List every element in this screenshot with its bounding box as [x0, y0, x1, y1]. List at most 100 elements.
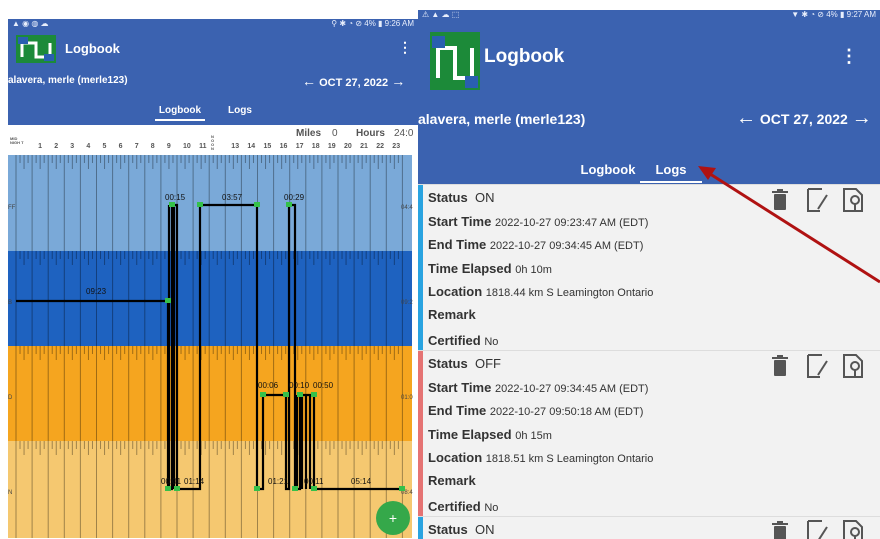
edit-icon[interactable] — [806, 187, 828, 218]
hours-label: Hours — [356, 128, 385, 139]
duration-d-1: 00:06 — [258, 381, 279, 390]
hour-label: 23 — [392, 143, 401, 150]
value-time-elapsed: 0h 15m — [515, 430, 552, 442]
status-icons-left: ⚠ ▲ ☁ ⬚ — [422, 10, 460, 19]
value-status: OFF — [474, 356, 501, 371]
hour-label: 18 — [311, 143, 320, 150]
status-bar: ⚠ ▲ ☁ ⬚ ▼ ✱ ◔ ⊘ 4% ▮ 9:27 AM — [418, 10, 880, 20]
hour-label: 5 — [102, 143, 107, 150]
noon-label: NOON — [211, 134, 215, 151]
menu-button[interactable]: ⋮ — [398, 39, 412, 56]
trash-icon[interactable] — [772, 189, 788, 216]
label-status: Status — [428, 356, 468, 371]
value-status: ON — [474, 190, 495, 205]
duration-on-1: 00:01 — [161, 477, 182, 486]
current-date: OCT 27, 2022 — [759, 111, 848, 127]
prev-day-arrow-icon[interactable]: ← — [302, 73, 316, 89]
hour-label: 21 — [360, 143, 368, 150]
duration-d-3: 00:50 — [313, 381, 334, 390]
hour-label: 10 — [183, 143, 191, 150]
tab-logbook[interactable]: Logbook — [578, 162, 638, 177]
hour-label: 9 — [166, 143, 171, 150]
logbook-logo-icon — [430, 32, 480, 90]
hour-label: 13 — [231, 143, 240, 150]
duration-on-3: 01:21 — [268, 477, 289, 486]
value-certified: No — [484, 336, 499, 348]
hour-label: 14 — [247, 143, 256, 150]
tab-logs[interactable]: Logs — [640, 162, 702, 183]
app-title: Logbook — [65, 41, 120, 56]
hour-label: 15 — [263, 143, 272, 150]
label-certified: Certified — [428, 499, 481, 514]
entry-status-bar — [418, 185, 423, 350]
current-date: OCT 27, 2022 — [319, 77, 389, 89]
label-location: Location — [428, 284, 483, 299]
edit-icon[interactable] — [806, 353, 828, 384]
tab-logbook[interactable]: Logbook — [155, 105, 205, 121]
prev-day-arrow-icon[interactable]: ← — [736, 107, 756, 129]
label-status: Status — [428, 190, 468, 205]
midnight-label: MID NIGH T — [10, 136, 24, 145]
label-end-time: End Time — [428, 237, 487, 252]
edit-icon[interactable] — [806, 519, 828, 539]
grid-header: Miles 0 Hours 24:0 MID NIGH T NOON 12345… — [8, 125, 418, 155]
hour-label: 17 — [295, 143, 304, 150]
location-pin-icon[interactable] — [842, 519, 864, 539]
next-day-arrow-icon[interactable]: → — [391, 73, 405, 89]
duration-on-2: 01:14 — [184, 477, 205, 486]
status-icons-left: ▲ ◉ ◍ ☁ — [12, 19, 49, 28]
app-header: Logbook ⋮ alavera, merle (merle123) ← OC… — [418, 20, 880, 184]
value-status: ON — [474, 522, 495, 537]
value-location: 1818.51 km S Leamington Ontario — [485, 453, 654, 465]
right-screenshot: ⚠ ▲ ☁ ⬚ ▼ ✱ ◔ ⊘ 4% ▮ 9:27 AM Logbook ⋮ a… — [418, 10, 880, 539]
status-icons-right: ▼ ✱ ◔ ⊘ 4% ▮ 9:27 AM — [791, 10, 876, 19]
duration-off-2: 03:57 — [222, 193, 243, 202]
label-location: Location — [428, 450, 483, 465]
duration-off-1: 00:15 — [165, 193, 186, 202]
value-start-time: 2022-10-27 09:34:45 AM (EDT) — [494, 383, 649, 395]
hour-label: 8 — [150, 143, 155, 150]
hour-label: 6 — [118, 143, 123, 150]
hour-label: 7 — [134, 143, 139, 150]
hour-label: 22 — [376, 143, 384, 150]
duty-grid: FF B D N 04:4 09:2 01:0 08:4 00:15 03:57… — [8, 155, 418, 538]
value-start-time: 2022-10-27 09:23:47 AM (EDT) — [494, 217, 649, 229]
entry-status-bar — [418, 351, 423, 516]
label-status: Status — [428, 522, 468, 537]
hour-label: 11 — [199, 143, 207, 150]
date-navigator: ← OCT 27, 2022 → — [302, 73, 405, 89]
value-time-elapsed: 0h 10m — [515, 264, 552, 276]
next-day-arrow-icon[interactable]: → — [852, 107, 872, 129]
tab-logs[interactable]: Logs — [220, 105, 260, 116]
hour-label: 20 — [344, 143, 352, 150]
hour-label: 2 — [54, 143, 59, 150]
entry-status-bar — [418, 517, 423, 539]
add-event-fab[interactable]: + — [376, 501, 410, 535]
location-pin-icon[interactable] — [842, 187, 864, 218]
miles-value: 0 — [332, 128, 338, 139]
label-remark: Remark — [428, 307, 476, 322]
value-certified: No — [484, 502, 499, 514]
status-icons-right: ⚲ ✱ ◔ ⊘ 4% ▮ 9:26 AM — [331, 19, 414, 28]
log-entry[interactable]: Status OFF Start Time 2022-10-27 09:34:4… — [418, 350, 880, 516]
duration-d-2: 00:10 — [289, 381, 310, 390]
miles-label: Miles — [296, 128, 322, 139]
hour-label: 4 — [86, 143, 91, 150]
duration-off-3: 00:29 — [284, 193, 305, 202]
label-remark: Remark — [428, 473, 476, 488]
log-entry[interactable]: Status ON — [418, 516, 880, 539]
value-end-time: 2022-10-27 09:34:45 AM (EDT) — [489, 240, 644, 252]
trash-icon[interactable] — [772, 521, 788, 539]
location-pin-icon[interactable] — [842, 353, 864, 384]
hour-label: 16 — [279, 143, 288, 150]
app-header: Logbook ⋮ alavera, merle (merle123) ← OC… — [8, 29, 418, 125]
label-start-time: Start Time — [428, 214, 492, 229]
hour-label: 1 — [38, 143, 42, 150]
left-screenshot: ▲ ◉ ◍ ☁ ⚲ ✱ ◔ ⊘ 4% ▮ 9:26 AM Logbook ⋮ a… — [8, 19, 418, 539]
label-end-time: End Time — [428, 403, 487, 418]
menu-button[interactable]: ⋮ — [840, 46, 858, 67]
label-time-elapsed: Time Elapsed — [428, 427, 512, 442]
log-entry[interactable]: Status ON Start Time 2022-10-27 09:23:47… — [418, 184, 880, 350]
label-time-elapsed: Time Elapsed — [428, 261, 512, 276]
trash-icon[interactable] — [772, 355, 788, 382]
